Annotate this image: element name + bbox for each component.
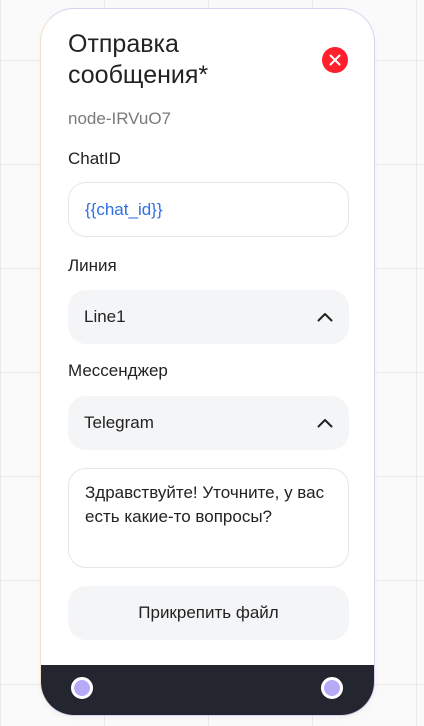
line-label: Линия [68, 256, 117, 275]
node-title: Отправка сообщения* [68, 30, 209, 89]
line-select[interactable]: Line1 [68, 290, 349, 344]
chat-id-value: {{chat_id}} [85, 199, 163, 219]
input-port[interactable] [71, 677, 93, 699]
attach-file-label: Прикрепить файл [138, 603, 279, 622]
messenger-value: Telegram [84, 413, 154, 432]
messenger-select[interactable]: Telegram [68, 396, 349, 450]
chevron-up-icon [317, 313, 333, 322]
node-id: node-IRVuO7 [68, 109, 172, 128]
node-footer [41, 665, 374, 715]
close-icon [329, 54, 341, 66]
node-card[interactable]: Отправка сообщения* node-IRVuO7 ChatID {… [40, 8, 375, 716]
close-button[interactable] [322, 47, 348, 73]
chat-id-label: ChatID [68, 149, 121, 168]
messenger-label: Мессенджер [68, 361, 168, 380]
message-textarea[interactable]: Здравствуйте! Уточните, у вас есть какие… [68, 468, 349, 568]
attach-file-button[interactable]: Прикрепить файл [68, 586, 349, 640]
message-text: Здравствуйте! Уточните, у вас есть какие… [85, 483, 325, 526]
line-value: Line1 [84, 307, 126, 326]
output-port[interactable] [321, 677, 343, 699]
chevron-up-icon [317, 419, 333, 428]
chat-id-input[interactable]: {{chat_id}} [68, 182, 349, 237]
